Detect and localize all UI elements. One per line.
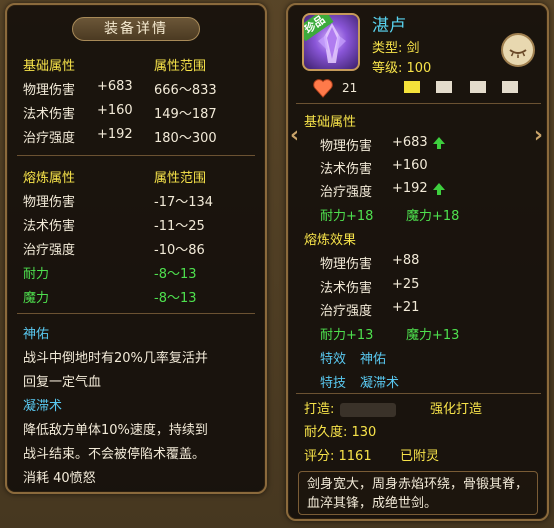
base-row-range: 666～833: [154, 83, 217, 98]
smelt-attr-header: 熔炼属性: [23, 171, 76, 186]
divider: [296, 103, 541, 104]
equipment-detail-panel: 装备详情 基础属性 属性范围 物理伤害 +683 666～833 法术伤害 +1…: [5, 3, 267, 494]
next-item-arrow[interactable]: ›: [534, 123, 543, 148]
up-arrow-icon: [432, 136, 445, 149]
smelt-row-range: -10～86: [154, 243, 205, 258]
score: 评分: 1161: [304, 449, 372, 464]
item-description: 剑身宽大，周身赤焰环绕，骨锻其脊，血淬其锋，成绝世剑。: [298, 471, 538, 515]
smelt-title: 熔炼效果: [304, 233, 357, 248]
base-row-name: 法术伤害: [23, 107, 76, 122]
skill1-name: 神佑: [23, 327, 50, 342]
base-row-range: 149～187: [154, 107, 217, 122]
base-row-value: +160: [97, 103, 133, 118]
toggle-view-button[interactable]: [501, 33, 535, 67]
up-arrow-icon: [432, 182, 445, 195]
durability: 耐久度: 130: [304, 425, 377, 440]
skill2-desc: 降低敌方单体10%速度，持续到: [23, 423, 208, 438]
panel-title: 装备详情: [72, 17, 200, 41]
smelt-row-name: 耐力: [23, 267, 50, 282]
item-info-panel: 珍品 湛卢 类型: 剑 等级: 100 21 ‹ › 基础属性 物理伤害 +68…: [286, 3, 549, 521]
smelt-attr-value: +25: [392, 277, 420, 292]
base-row-name: 治疗强度: [23, 131, 76, 146]
smelt-row-name: 物理伤害: [23, 195, 76, 210]
gem-slot-empty: [502, 81, 518, 93]
prev-item-arrow[interactable]: ‹: [290, 123, 299, 148]
smelt-attr-value: +88: [392, 253, 420, 268]
effect-label: 特效: [320, 352, 347, 367]
smelt-row-range: -11～25: [154, 219, 205, 234]
smelt-attr-value: +21: [392, 300, 420, 315]
divider: [17, 155, 255, 156]
heart-count: 21: [342, 81, 358, 95]
skill2-desc: 战斗结束。不会被停陷术覆盖。: [23, 447, 206, 462]
item-name: 湛卢: [372, 16, 406, 36]
maker-suffix: 强化打造: [430, 402, 483, 417]
base-row-value: +683: [97, 79, 133, 94]
base-row-value: +192: [97, 127, 133, 142]
smelt-row-name: 魔力: [23, 291, 50, 306]
smelt-bonus: 魔力+13: [406, 328, 460, 343]
skill2-name: 凝滞术: [23, 399, 63, 414]
base-attr-value: +160: [392, 158, 428, 173]
smelt-row-name: 法术伤害: [23, 219, 76, 234]
smelt-row-range: -17～134: [154, 195, 214, 210]
effect-value: 神佑: [360, 352, 387, 367]
closed-eye-icon: [509, 49, 527, 58]
smelt-row-range: -8～13: [154, 291, 197, 306]
heart-icon: [313, 79, 333, 98]
maker-label: 打造:: [304, 402, 335, 417]
skill-label: 特技: [320, 376, 347, 391]
skill1-desc: 回复一定气血: [23, 375, 102, 390]
base-row-range: 180～300: [154, 131, 217, 146]
base-attr-line: +683: [392, 135, 446, 150]
item-icon: 珍品: [302, 13, 360, 71]
smelt-attr-name: 物理伤害: [320, 257, 373, 272]
smelt-range-header: 属性范围: [154, 171, 207, 186]
divider: [296, 393, 541, 394]
base-range-header: 属性范围: [154, 59, 207, 74]
base-attr-name: 法术伤害: [320, 162, 373, 177]
smelt-attr-name: 法术伤害: [320, 281, 373, 296]
item-type: 类型: 剑: [372, 41, 420, 56]
gem-slot-empty: [436, 81, 452, 93]
smelt-row-name: 治疗强度: [23, 243, 76, 258]
skill1-desc: 战斗中倒地时有20%几率复活并: [23, 351, 208, 366]
skill-value: 凝滞术: [360, 376, 400, 391]
smelt-attr-name: 治疗强度: [320, 304, 373, 319]
maker-line: 打造:: [304, 398, 402, 417]
base-attr-name: 物理伤害: [320, 139, 373, 154]
gem-slot-empty: [470, 81, 486, 93]
smelt-bonus: 耐力+13: [320, 328, 374, 343]
gem-slot-filled: [404, 81, 420, 93]
base-attr-line: +192: [392, 181, 446, 196]
maker-name-redacted: [340, 402, 397, 417]
base-bonus: 魔力+18: [406, 209, 460, 224]
base-bonus: 耐力+18: [320, 209, 374, 224]
skill2-cost: 消耗 40愤怒: [23, 471, 96, 486]
base-attr-value: +192: [392, 181, 428, 196]
smelt-row-range: -8～13: [154, 267, 197, 282]
item-level: 等级: 100: [372, 61, 432, 76]
base-attr-title: 基础属性: [304, 115, 357, 130]
base-row-name: 物理伤害: [23, 83, 76, 98]
spirit-status: 已附灵: [400, 449, 440, 464]
base-attr-header: 基础属性: [23, 59, 76, 74]
base-attr-name: 治疗强度: [320, 185, 373, 200]
base-attr-value: +683: [392, 135, 428, 150]
divider: [17, 313, 255, 314]
